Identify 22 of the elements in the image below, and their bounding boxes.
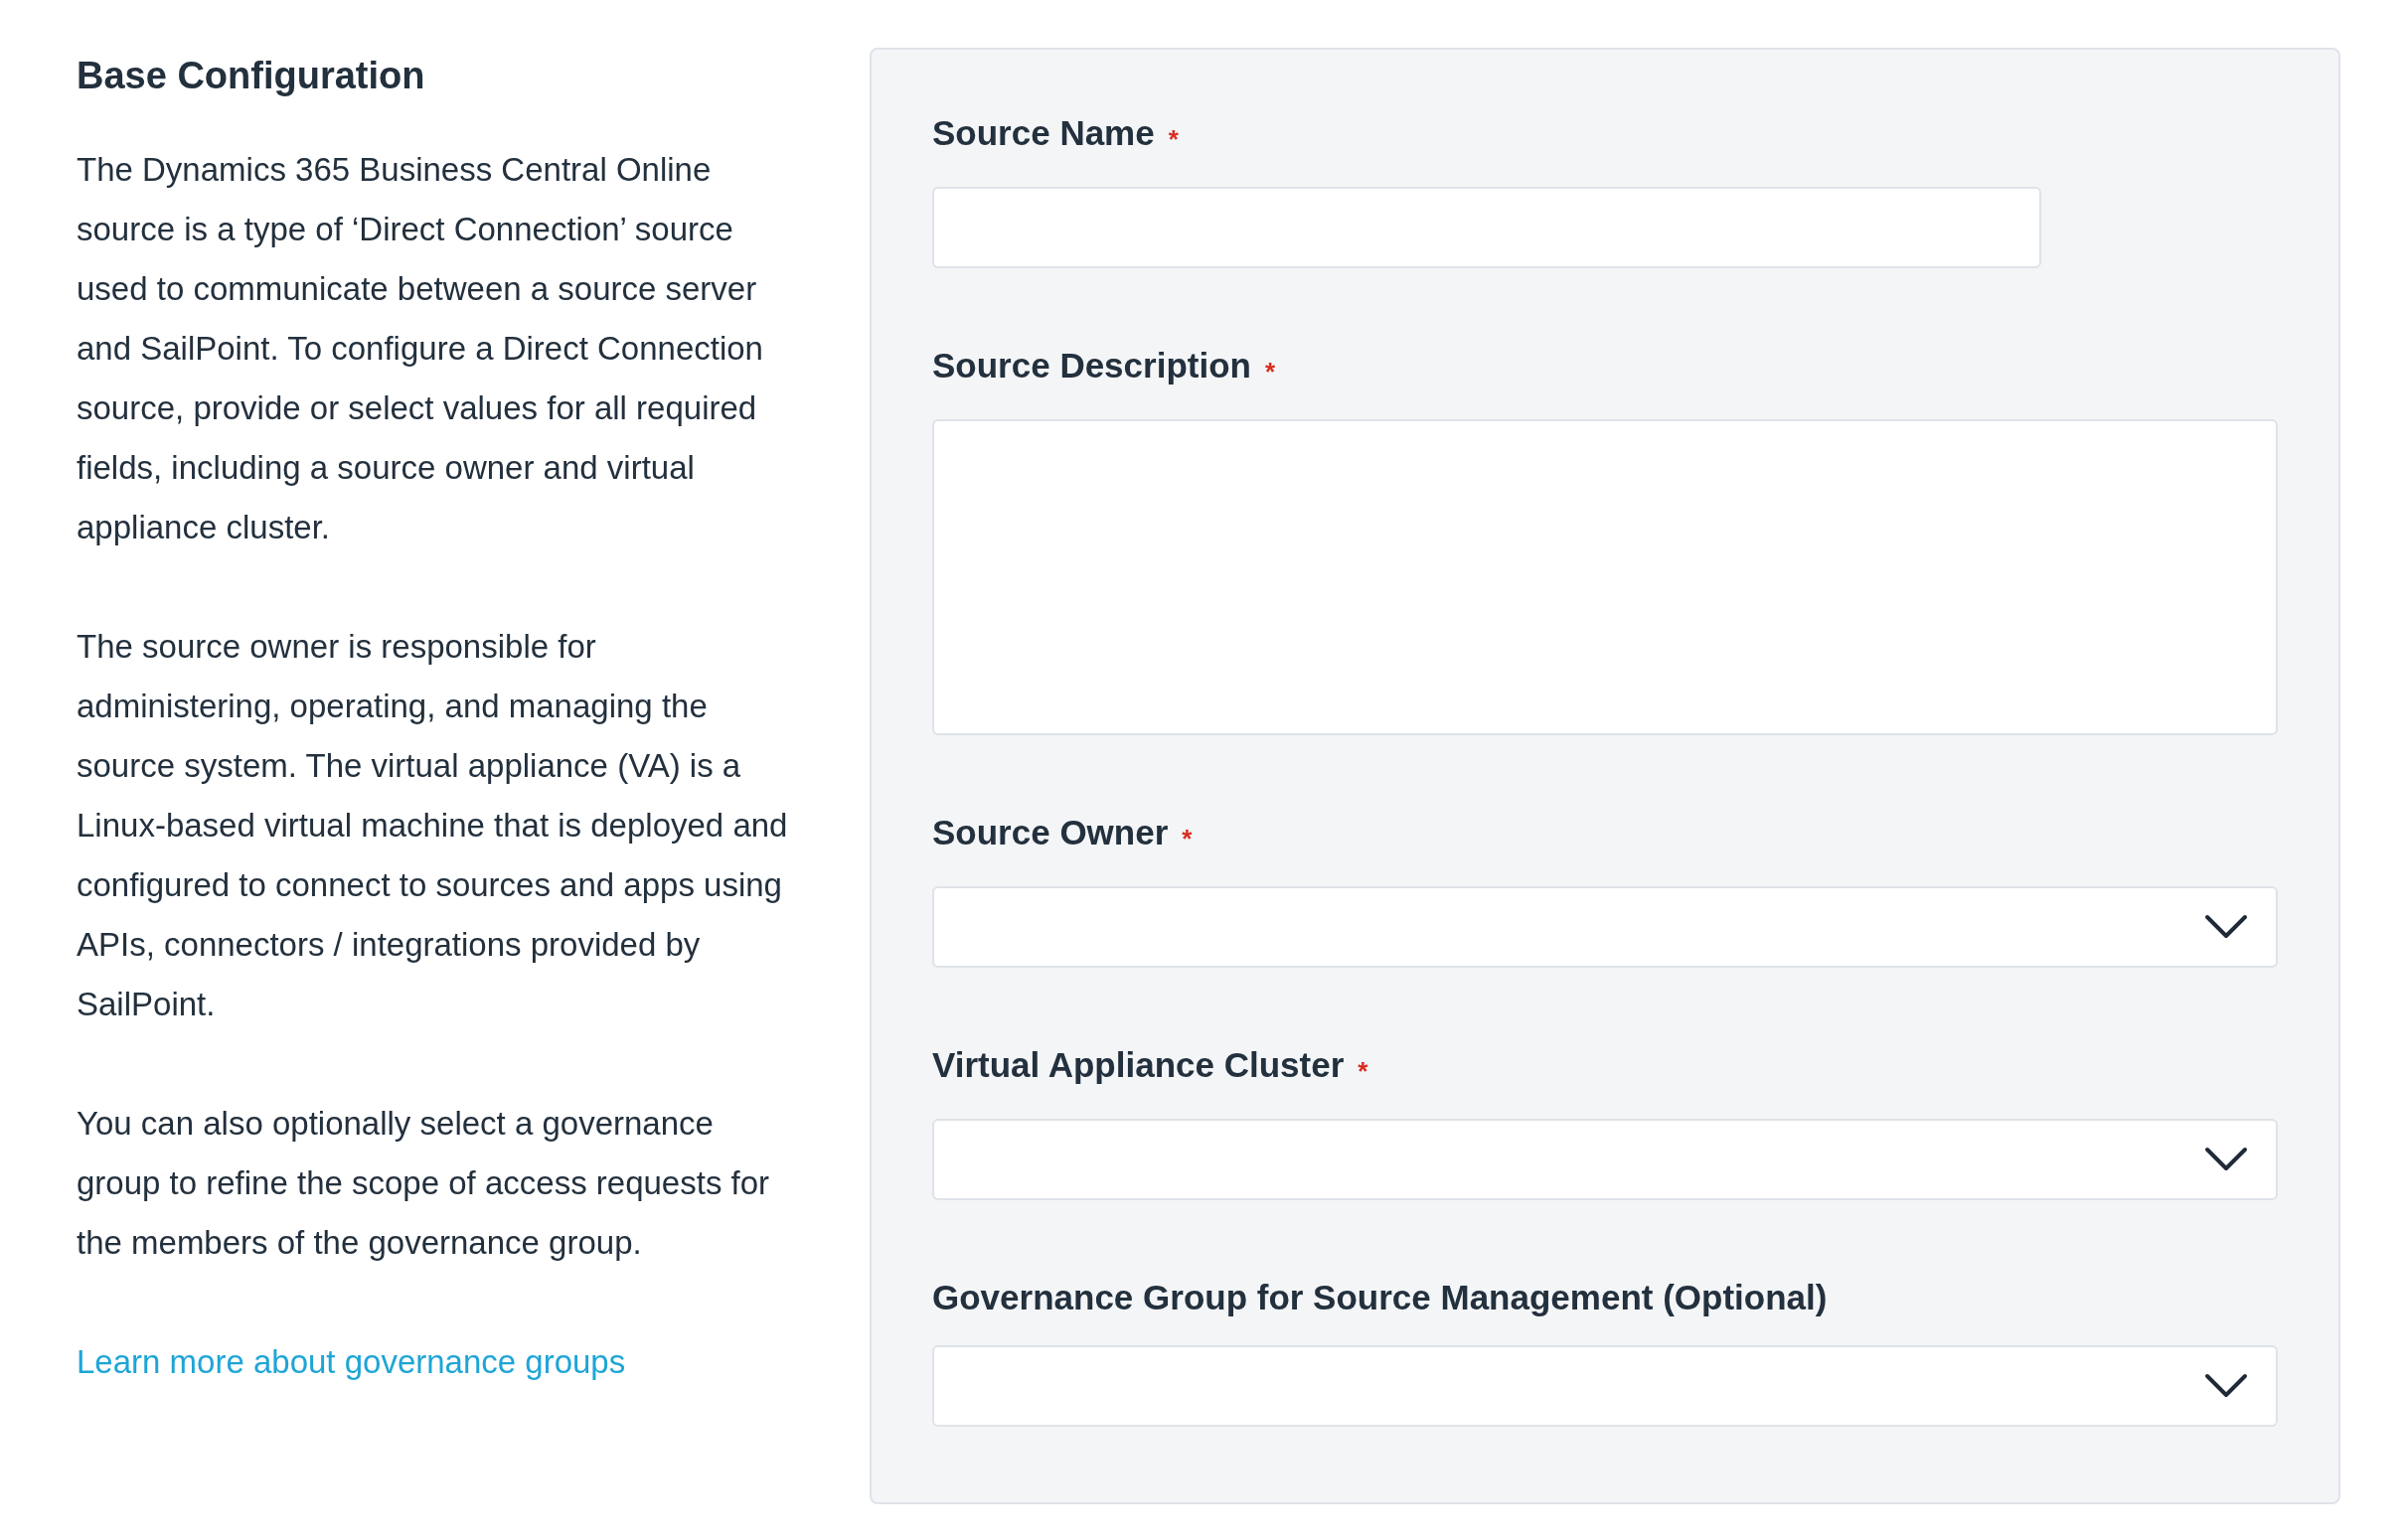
field-label: Virtual Appliance Cluster [932,1044,1345,1087]
dropdown-field[interactable] [932,886,2278,969]
field-label: Governance Group for Source Management (Optional) [932,1277,1828,1319]
required-mark: * [1264,355,1276,388]
section-title: Base Configuration [77,54,426,98]
field-label: Source Owner [932,812,1169,854]
description-paragraph: The Dynamics 365 Business Central Online source is a type of ‘Direct Connection’ source used to communicate between a source server and SailPoint. To configure a Direct Connection source, provide or select values for all required fields, including a source owner and virtual appliance cluster. [77,150,764,547]
chevron-down-icon [2204,1373,2248,1400]
textarea-field[interactable] [932,418,2278,736]
required-mark: * [1182,823,1193,856]
description-paragraph: You can also optionally select a governance group to refine the scope of access requests for the members of the governance group. [77,1104,771,1263]
field-label: Source Name [932,112,1155,154]
learn-more-link[interactable]: Learn more about governance groups [77,1332,626,1392]
input-field[interactable] [932,187,2041,268]
dropdown-field[interactable] [932,1345,2278,1427]
chevron-down-icon [2204,914,2248,941]
description-paragraph: The source owner is responsible for administering, operating, and managing the source system. The virtual appliance (VA) is a Linux-based virtual machine that is deployed and configured to connect to sources and apps using APIs, connectors / integrations provided by SailPoint. [77,627,789,1024]
dropdown-field[interactable] [932,1119,2278,1201]
chevron-down-icon [2204,1147,2248,1173]
field-label: Source Description [932,344,1251,386]
required-mark: * [1168,123,1179,156]
required-mark: * [1358,1055,1368,1089]
